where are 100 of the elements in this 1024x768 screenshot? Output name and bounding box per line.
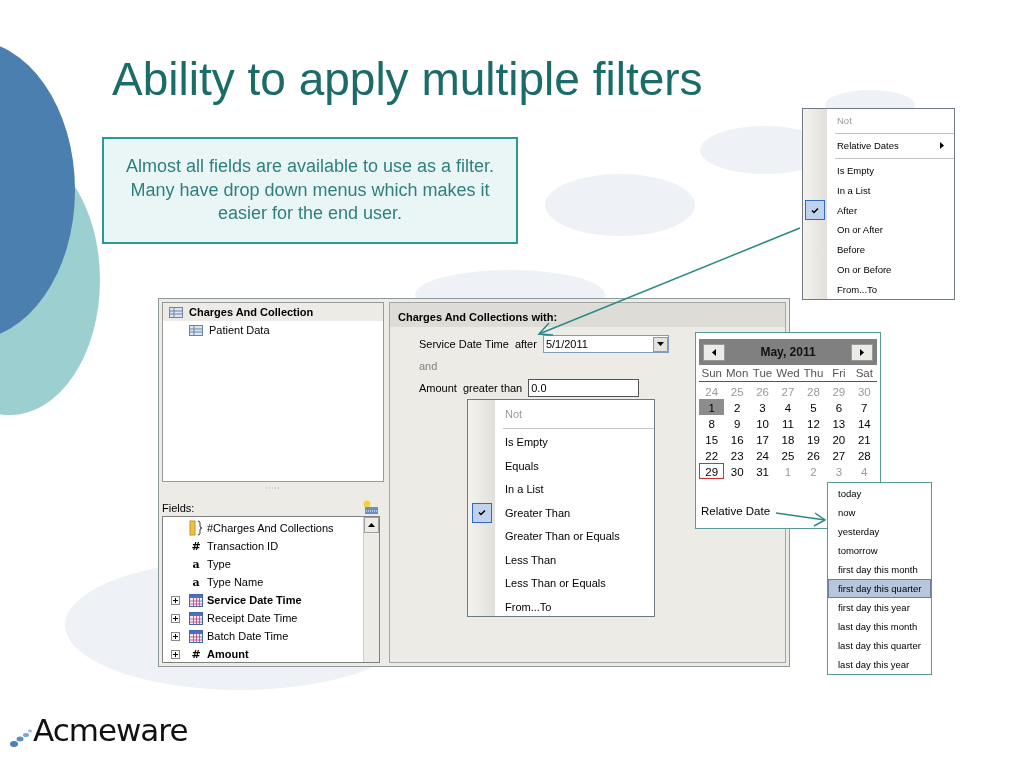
calendar-day[interactable]: 15	[699, 431, 725, 447]
menu-item[interactable]: Is Empty	[803, 160, 954, 181]
submenu-arrow-icon	[940, 142, 944, 150]
calendar-day[interactable]: 9	[724, 415, 750, 431]
calendar-day[interactable]: 18	[775, 431, 801, 447]
calendar-day[interactable]: 31	[749, 463, 776, 479]
logo-text: Acmeware	[33, 712, 188, 748]
table-icon	[169, 306, 183, 318]
table-icon	[189, 324, 203, 336]
menu-item[interactable]: last day this month	[828, 617, 931, 636]
menu-item[interactable]: first day this year	[828, 598, 931, 617]
calendar-day[interactable]: 30	[724, 463, 750, 479]
expand-icon[interactable]	[170, 613, 180, 623]
calendar-day[interactable]: 6	[826, 399, 852, 415]
field-item[interactable]: Service Date Time	[207, 594, 302, 606]
menu-item[interactable]: Is Empty	[468, 430, 654, 454]
calendar-day[interactable]: 1	[699, 399, 725, 415]
menu-item[interactable]: tomorrow	[828, 541, 931, 560]
field-item[interactable]: Amount	[207, 648, 249, 660]
calendar-day[interactable]: 3	[749, 399, 776, 415]
menu-item[interactable]: Greater Than or Equals	[468, 524, 654, 548]
weekday-label: Sun	[699, 365, 725, 382]
weekday-label: Tue	[749, 365, 776, 382]
menu-item[interactable]: yesterday	[828, 522, 931, 541]
menu-item[interactable]: From...To	[468, 595, 654, 619]
field-item[interactable]: Transaction ID	[207, 540, 279, 552]
menu-item[interactable]: Greater Than	[468, 501, 654, 525]
menu-item[interactable]: On or After	[803, 220, 954, 240]
weekday-label: Wed	[775, 365, 801, 382]
operator-link[interactable]: after	[514, 338, 537, 350]
menu-item[interactable]: today	[828, 484, 931, 503]
menu-item[interactable]: Before	[803, 239, 954, 260]
calendar-day[interactable]: 13	[826, 415, 852, 431]
type-glyph: #	[191, 647, 201, 661]
calendar-day[interactable]: 27	[826, 447, 852, 463]
calendar-day[interactable]: 2	[724, 399, 750, 415]
tree-item[interactable]: Patient Data	[209, 324, 270, 336]
menu-item[interactable]: last day this quarter	[828, 636, 931, 655]
dropdown-arrow-icon	[656, 342, 664, 346]
weekday-label: Sat	[851, 365, 877, 382]
calendar-day[interactable]: 7	[851, 399, 877, 415]
menu-item[interactable]: Less Than	[468, 548, 654, 572]
calendar-day[interactable]: 26	[800, 447, 827, 463]
menu-item[interactable]: In a List	[468, 477, 654, 501]
check-icon	[477, 509, 486, 517]
callout-arrow	[775, 512, 827, 527]
calendar-day[interactable]: 23	[724, 447, 750, 463]
calendar-icon	[189, 629, 203, 643]
calendar-day[interactable]: 19	[800, 431, 827, 447]
field-item[interactable]: Type	[207, 558, 231, 570]
field-item[interactable]: Receipt Date Time	[207, 612, 298, 624]
menu-item[interactable]: From...To	[803, 279, 954, 300]
calendar-day[interactable]: 14	[851, 415, 877, 431]
calendar-day[interactable]: 28	[851, 447, 877, 463]
calendar-day[interactable]: 24	[749, 447, 776, 463]
expand-icon[interactable]	[170, 649, 180, 659]
calendar-day[interactable]: 10	[749, 415, 776, 431]
calendar-day[interactable]: 4	[775, 399, 801, 415]
previous-month-button[interactable]	[703, 343, 725, 361]
menu-item[interactable]: In a List	[803, 180, 954, 201]
menu-item[interactable]: first day this quarter	[828, 579, 931, 598]
calendar-day[interactable]: 16	[724, 431, 750, 447]
calendar-day[interactable]: 22	[699, 447, 725, 463]
calendar-day[interactable]: 5	[800, 399, 827, 415]
field-item[interactable]: #Charges And Collections	[207, 522, 334, 534]
calendar-day[interactable]: 17	[749, 431, 776, 447]
menu-item[interactable]: first day this month	[828, 560, 931, 579]
field-name: Amount	[419, 382, 457, 394]
calendar-day[interactable]: 11	[775, 415, 801, 431]
weekday-label: Mon	[724, 365, 750, 382]
value-field[interactable]: 0.0	[528, 379, 640, 397]
calendar-icon	[189, 611, 203, 625]
calendar-day[interactable]: 25	[775, 447, 801, 463]
expand-icon[interactable]	[170, 631, 180, 641]
new-field-icon[interactable]	[362, 499, 378, 514]
expand-icon[interactable]	[170, 595, 180, 605]
scroll-up-icon[interactable]	[368, 523, 375, 527]
left-arrow-icon	[712, 348, 716, 356]
menu-item[interactable]: last day this year	[828, 655, 931, 674]
menu-item[interactable]: On or Before	[803, 259, 954, 280]
calendar-day[interactable]: 21	[851, 431, 877, 447]
menu-item[interactable]: Less Than or Equals	[468, 571, 654, 595]
calendar-day[interactable]: 8	[699, 415, 725, 431]
weekday-label: Thu	[800, 365, 827, 382]
month-title: May, 2011	[760, 345, 816, 359]
next-month-button[interactable]	[851, 343, 873, 361]
type-glyph: a	[192, 575, 200, 589]
scrollbar[interactable]	[363, 517, 379, 662]
calendar-day[interactable]: 29	[699, 463, 725, 479]
field-item[interactable]: Type Name	[207, 576, 264, 588]
field-item[interactable]: Batch Date Time	[207, 630, 289, 642]
operator-link[interactable]: greater than	[462, 382, 523, 394]
menu-item[interactable]: After	[803, 200, 954, 220]
menu-item[interactable]: Equals	[468, 454, 654, 478]
type-glyph: #	[191, 539, 201, 553]
calendar-day[interactable]: 20	[826, 431, 852, 447]
calendar-day[interactable]: 12	[800, 415, 827, 431]
value-dropdown[interactable]: 5/1/2011	[542, 335, 669, 353]
logo-dots-icon	[10, 728, 32, 748]
menu-item[interactable]: now	[828, 503, 931, 522]
